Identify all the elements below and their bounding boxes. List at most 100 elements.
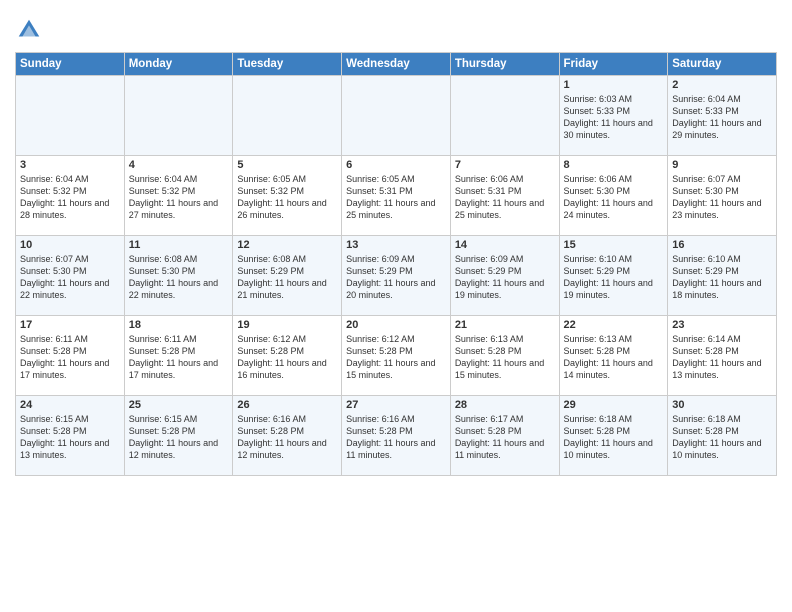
day-detail: Sunrise: 6:04 AMSunset: 5:32 PMDaylight:… <box>129 173 229 222</box>
day-number: 29 <box>564 399 664 411</box>
day-number: 2 <box>672 79 772 91</box>
day-number: 18 <box>129 319 229 331</box>
day-cell: 20 Sunrise: 6:12 AMSunset: 5:28 PMDayligh… <box>342 316 451 396</box>
day-cell: 9 Sunrise: 6:07 AMSunset: 5:30 PMDaylight… <box>668 156 777 236</box>
day-number: 17 <box>20 319 120 331</box>
day-detail: Sunrise: 6:11 AMSunset: 5:28 PMDaylight:… <box>129 333 229 382</box>
day-number: 6 <box>346 159 446 171</box>
header <box>15 10 777 44</box>
day-detail: Sunrise: 6:11 AMSunset: 5:28 PMDaylight:… <box>20 333 120 382</box>
day-cell: 23Sunrise: 6:14 AMSunset: 5:28 PMDayligh… <box>668 316 777 396</box>
day-number: 7 <box>455 159 555 171</box>
day-cell: 17 Sunrise: 6:11 AMSunset: 5:28 PMDayligh… <box>16 316 125 396</box>
day-number: 22 <box>564 319 664 331</box>
day-detail: Sunrise: 6:04 AMSunset: 5:32 PMDaylight:… <box>20 173 120 222</box>
day-detail: Sunrise: 6:06 AMSunset: 5:31 PMDaylight:… <box>455 173 555 222</box>
col-header-sunday: Sunday <box>16 53 125 76</box>
col-header-monday: Monday <box>124 53 233 76</box>
logo-area <box>15 10 47 44</box>
day-detail: Sunrise: 6:16 AMSunset: 5:28 PMDaylight:… <box>237 413 337 462</box>
day-number: 24 <box>20 399 120 411</box>
day-cell: 19Sunrise: 6:12 AMSunset: 5:28 PMDayligh… <box>233 316 342 396</box>
day-cell: 29Sunrise: 6:18 AMSunset: 5:28 PMDayligh… <box>559 396 668 476</box>
day-cell: 26Sunrise: 6:16 AMSunset: 5:28 PMDayligh… <box>233 396 342 476</box>
day-cell: 25Sunrise: 6:15 AMSunset: 5:28 PMDayligh… <box>124 396 233 476</box>
day-cell: 6 Sunrise: 6:05 AMSunset: 5:31 PMDaylight… <box>342 156 451 236</box>
day-cell: 10 Sunrise: 6:07 AMSunset: 5:30 PMDayligh… <box>16 236 125 316</box>
day-detail: Sunrise: 6:13 AMSunset: 5:28 PMDaylight:… <box>564 333 664 382</box>
day-cell: 18 Sunrise: 6:11 AMSunset: 5:28 PMDayligh… <box>124 316 233 396</box>
day-number: 9 <box>672 159 772 171</box>
col-header-thursday: Thursday <box>450 53 559 76</box>
day-cell: 16 Sunrise: 6:10 AMSunset: 5:29 PMDayligh… <box>668 236 777 316</box>
day-detail: Sunrise: 6:06 AMSunset: 5:30 PMDaylight:… <box>564 173 664 222</box>
day-detail: Sunrise: 6:10 AMSunset: 5:29 PMDaylight:… <box>672 253 772 302</box>
day-detail: Sunrise: 6:12 AMSunset: 5:28 PMDaylight:… <box>237 333 337 382</box>
day-number: 10 <box>20 239 120 251</box>
col-header-tuesday: Tuesday <box>233 53 342 76</box>
day-detail: Sunrise: 6:16 AMSunset: 5:28 PMDaylight:… <box>346 413 446 462</box>
day-number: 23 <box>672 319 772 331</box>
day-number: 14 <box>455 239 555 251</box>
day-detail: Sunrise: 6:18 AMSunset: 5:28 PMDaylight:… <box>672 413 772 462</box>
day-number: 13 <box>346 239 446 251</box>
day-number: 3 <box>20 159 120 171</box>
day-detail: Sunrise: 6:17 AMSunset: 5:28 PMDaylight:… <box>455 413 555 462</box>
week-row-3: 10 Sunrise: 6:07 AMSunset: 5:30 PMDayligh… <box>16 236 777 316</box>
day-cell <box>16 76 125 156</box>
day-cell: 11 Sunrise: 6:08 AMSunset: 5:30 PMDayligh… <box>124 236 233 316</box>
day-cell <box>124 76 233 156</box>
day-cell: 21 Sunrise: 6:13 AMSunset: 5:28 PMDayligh… <box>450 316 559 396</box>
week-row-4: 17 Sunrise: 6:11 AMSunset: 5:28 PMDayligh… <box>16 316 777 396</box>
day-number: 21 <box>455 319 555 331</box>
day-detail: Sunrise: 6:10 AMSunset: 5:29 PMDaylight:… <box>564 253 664 302</box>
day-detail: Sunrise: 6:15 AMSunset: 5:28 PMDaylight:… <box>20 413 120 462</box>
day-number: 1 <box>564 79 664 91</box>
day-detail: Sunrise: 6:05 AMSunset: 5:31 PMDaylight:… <box>346 173 446 222</box>
day-number: 11 <box>129 239 229 251</box>
day-cell: 24 Sunrise: 6:15 AMSunset: 5:28 PMDayligh… <box>16 396 125 476</box>
day-cell: 30 Sunrise: 6:18 AMSunset: 5:28 PMDayligh… <box>668 396 777 476</box>
day-number: 12 <box>237 239 337 251</box>
day-detail: Sunrise: 6:05 AMSunset: 5:32 PMDaylight:… <box>237 173 337 222</box>
day-detail: Sunrise: 6:08 AMSunset: 5:30 PMDaylight:… <box>129 253 229 302</box>
col-header-wednesday: Wednesday <box>342 53 451 76</box>
day-cell: 3 Sunrise: 6:04 AMSunset: 5:32 PMDaylight… <box>16 156 125 236</box>
day-cell: 22 Sunrise: 6:13 AMSunset: 5:28 PMDayligh… <box>559 316 668 396</box>
day-detail: Sunrise: 6:04 AMSunset: 5:33 PMDaylight:… <box>672 93 772 142</box>
day-number: 20 <box>346 319 446 331</box>
day-cell: 5 Sunrise: 6:05 AMSunset: 5:32 PMDaylight… <box>233 156 342 236</box>
day-number: 30 <box>672 399 772 411</box>
day-cell <box>233 76 342 156</box>
day-number: 16 <box>672 239 772 251</box>
day-cell: 14 Sunrise: 6:09 AMSunset: 5:29 PMDayligh… <box>450 236 559 316</box>
day-detail: Sunrise: 6:09 AMSunset: 5:29 PMDaylight:… <box>455 253 555 302</box>
day-cell: 27 Sunrise: 6:16 AMSunset: 5:28 PMDayligh… <box>342 396 451 476</box>
week-row-2: 3 Sunrise: 6:04 AMSunset: 5:32 PMDaylight… <box>16 156 777 236</box>
col-header-friday: Friday <box>559 53 668 76</box>
week-row-1: 1 Sunrise: 6:03 AMSunset: 5:33 PMDaylight… <box>16 76 777 156</box>
day-detail: Sunrise: 6:08 AMSunset: 5:29 PMDaylight:… <box>237 253 337 302</box>
day-cell: 13 Sunrise: 6:09 AMSunset: 5:29 PMDayligh… <box>342 236 451 316</box>
day-cell: 28 Sunrise: 6:17 AMSunset: 5:28 PMDayligh… <box>450 396 559 476</box>
week-row-5: 24 Sunrise: 6:15 AMSunset: 5:28 PMDayligh… <box>16 396 777 476</box>
day-number: 28 <box>455 399 555 411</box>
logo-icon <box>15 16 43 44</box>
day-detail: Sunrise: 6:03 AMSunset: 5:33 PMDaylight:… <box>564 93 664 142</box>
day-cell: 4 Sunrise: 6:04 AMSunset: 5:32 PMDaylight… <box>124 156 233 236</box>
day-detail: Sunrise: 6:12 AMSunset: 5:28 PMDaylight:… <box>346 333 446 382</box>
page: SundayMondayTuesdayWednesdayThursdayFrid… <box>0 0 792 491</box>
calendar-table: SundayMondayTuesdayWednesdayThursdayFrid… <box>15 52 777 476</box>
col-header-saturday: Saturday <box>668 53 777 76</box>
day-detail: Sunrise: 6:07 AMSunset: 5:30 PMDaylight:… <box>672 173 772 222</box>
day-cell: 15Sunrise: 6:10 AMSunset: 5:29 PMDayligh… <box>559 236 668 316</box>
day-number: 4 <box>129 159 229 171</box>
day-detail: Sunrise: 6:07 AMSunset: 5:30 PMDaylight:… <box>20 253 120 302</box>
day-cell <box>450 76 559 156</box>
day-cell: 12 Sunrise: 6:08 AMSunset: 5:29 PMDayligh… <box>233 236 342 316</box>
day-detail: Sunrise: 6:13 AMSunset: 5:28 PMDaylight:… <box>455 333 555 382</box>
day-number: 27 <box>346 399 446 411</box>
day-detail: Sunrise: 6:09 AMSunset: 5:29 PMDaylight:… <box>346 253 446 302</box>
day-number: 25 <box>129 399 229 411</box>
day-number: 5 <box>237 159 337 171</box>
